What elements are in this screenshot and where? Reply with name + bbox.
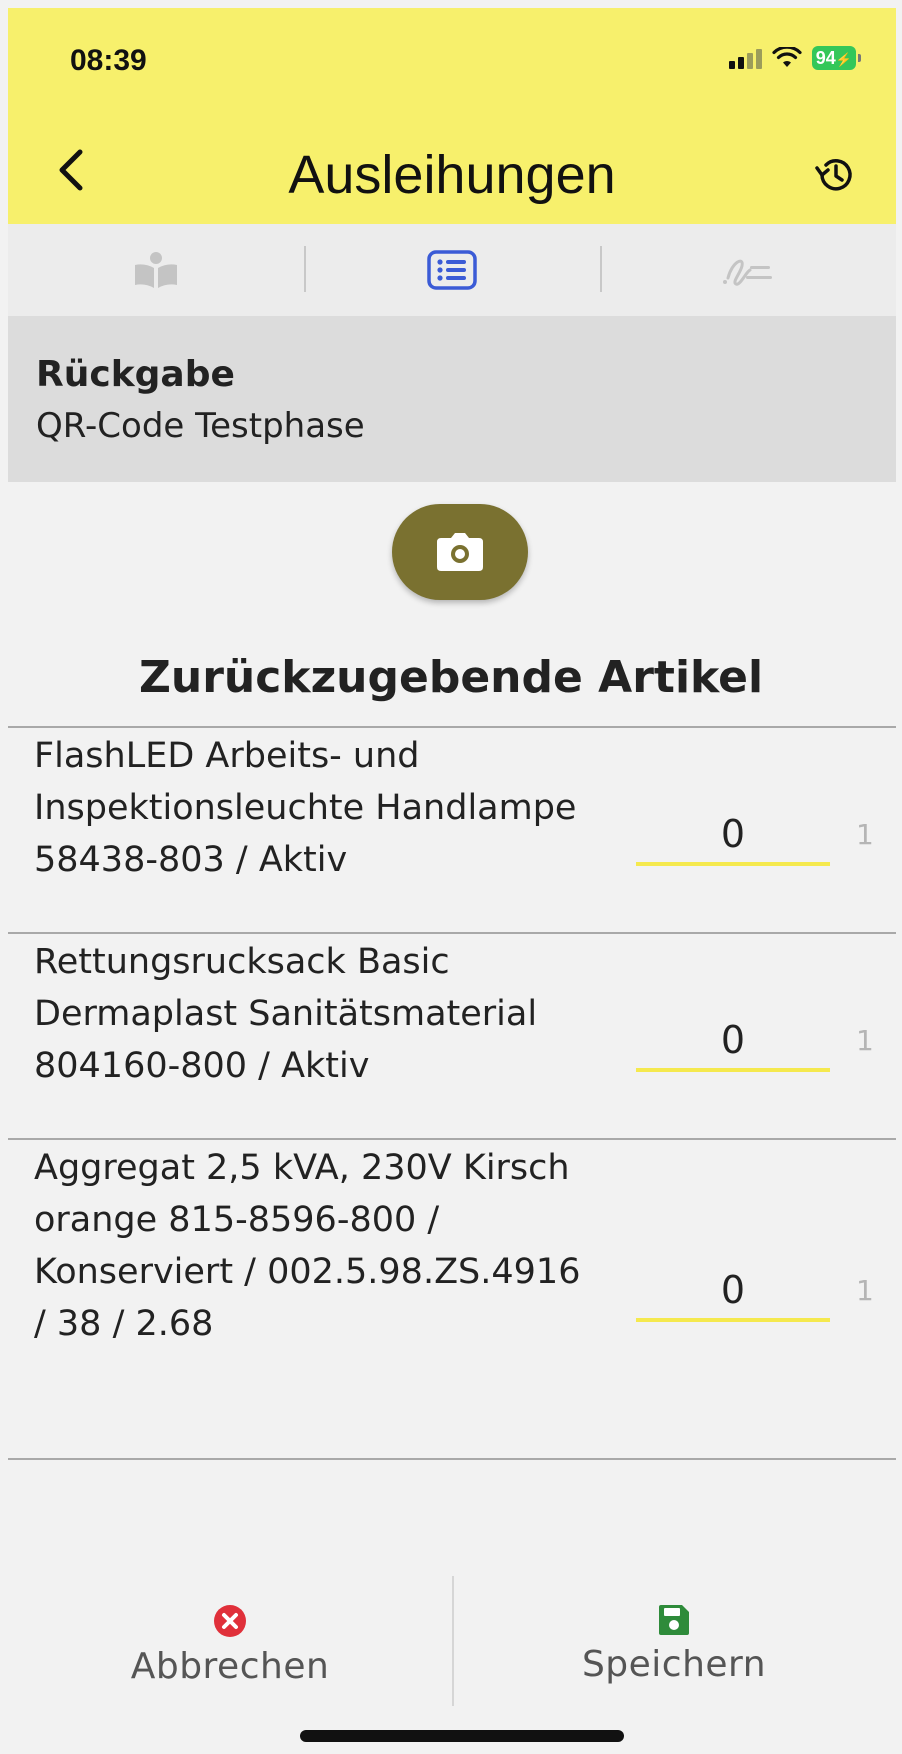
quantity-input[interactable]: [636, 1012, 830, 1072]
list-item: Rettungsrucksack Basic Dermaplast Sanitä…: [8, 932, 896, 1138]
close-circle-icon: [214, 1605, 246, 1637]
status-icons: 94⚡: [728, 46, 862, 70]
save-icon: [659, 1605, 689, 1635]
battery-indicator: 94⚡: [811, 46, 862, 70]
list-icon: [427, 250, 477, 290]
signal-icon: [728, 47, 762, 69]
quantity-max: 1: [856, 1024, 874, 1057]
tab-bar: [8, 224, 896, 317]
list-item: FlashLED Arbeits- und Inspektionsleuchte…: [8, 726, 896, 932]
page-title: Ausleihungen: [288, 145, 616, 205]
quantity-max: 1: [856, 1274, 874, 1307]
section-title: Zurückzugebende Artikel: [138, 652, 764, 703]
loan-info: Rückgabe QR-Code Testphase: [8, 316, 896, 482]
info-title: Rückgabe: [36, 354, 235, 395]
camera-icon: [437, 533, 483, 571]
tab-list[interactable]: [304, 224, 600, 316]
history-button[interactable]: [814, 154, 856, 196]
items-list: FlashLED Arbeits- und Inspektionsleuchte…: [8, 726, 896, 1460]
signature-icon: [723, 259, 772, 286]
footer-actions: Abbrechen Speichern: [8, 1576, 896, 1714]
quantity-input[interactable]: [636, 806, 830, 866]
item-description: FlashLED Arbeits- und Inspektionsleuchte…: [34, 736, 577, 880]
item-description: Rettungsrucksack Basic Dermaplast Sanitä…: [34, 942, 538, 1086]
cancel-button[interactable]: Abbrechen: [8, 1576, 452, 1714]
reader-icon: [135, 252, 177, 288]
tab-reader[interactable]: [8, 224, 304, 316]
info-subtitle: QR-Code Testphase: [36, 406, 365, 446]
home-indicator[interactable]: [300, 1730, 624, 1742]
battery-level: 94: [815, 48, 836, 68]
camera-button[interactable]: [392, 504, 528, 600]
item-description: Aggregat 2,5 kVA, 230V Kirsch orange 815…: [34, 1148, 581, 1344]
save-label: Speichern: [581, 1644, 767, 1685]
app-header: 08:39 94⚡ Ausleihungen: [8, 8, 896, 224]
tab-signature[interactable]: [600, 224, 896, 316]
status-time: 08:39: [70, 44, 147, 77]
cancel-label: Abbrechen: [130, 1646, 330, 1687]
history-icon: [815, 159, 852, 191]
quantity-max: 1: [856, 818, 874, 851]
wifi-icon: [772, 47, 802, 67]
list-item: Aggregat 2,5 kVA, 230V Kirsch orange 815…: [8, 1138, 896, 1460]
save-button[interactable]: Speichern: [452, 1576, 896, 1714]
quantity-input[interactable]: [636, 1262, 830, 1322]
